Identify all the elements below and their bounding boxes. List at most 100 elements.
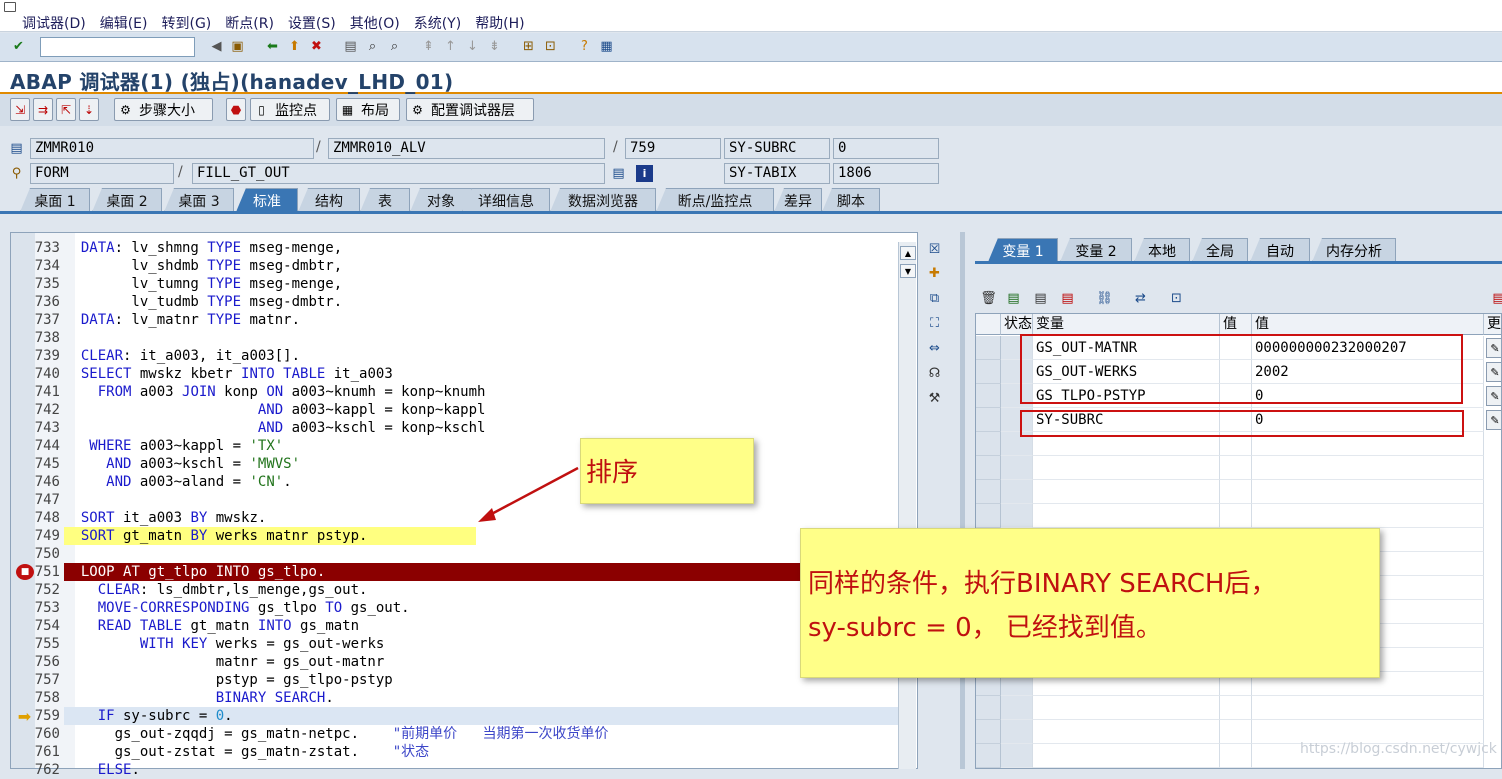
save-icon[interactable]: ▣: [229, 38, 246, 55]
tab-3[interactable]: 桌面 3: [164, 188, 234, 212]
value-cell[interactable]: [1252, 480, 1484, 504]
code-line[interactable]: 741 FROM a003 JOIN konp ON a003~knumh = …: [24, 383, 486, 401]
transfer-icon[interactable]: ⇄: [1132, 290, 1149, 307]
watchpoint-button[interactable]: ▯ 监控点: [250, 98, 330, 121]
tab-10[interactable]: 断点/监控点: [656, 188, 774, 212]
value-cell[interactable]: [1252, 504, 1484, 528]
code-line[interactable]: 745 AND a003~kschl = 'MWVS': [24, 455, 300, 473]
code-line[interactable]: 760 gs_out-zqqdj = gs_matn-netpc. "前期单价 …: [24, 725, 609, 743]
insert-row-icon[interactable]: ▤: [1005, 290, 1022, 307]
swap-tool-icon[interactable]: ⇔: [926, 340, 943, 357]
code-line[interactable]: 746 AND a003~aland = 'CN'.: [24, 473, 292, 491]
menu-item[interactable]: 编辑(E): [100, 13, 148, 33]
layout-menu-icon[interactable]: ▦: [598, 38, 615, 55]
next-page-icon[interactable]: ↓: [464, 38, 481, 55]
layout-button[interactable]: ▦ 布局: [336, 98, 400, 121]
code-line[interactable]: 735 lv_tumng TYPE mseg-menge,: [24, 275, 342, 293]
value-cell[interactable]: [1252, 696, 1484, 720]
code-line[interactable]: 747: [24, 491, 64, 509]
code-line[interactable]: 743 AND a003~kschl = konp~kschl: [24, 419, 486, 437]
code-line[interactable]: 757 pstyp = gs_tlpo-pstyp: [24, 671, 393, 689]
menu-item[interactable]: 系统(Y): [414, 13, 461, 33]
code-line[interactable]: 742 AND a003~kappl = konp~kappl: [24, 401, 486, 419]
variable-tab-5[interactable]: 自动: [1250, 238, 1310, 262]
value-cell[interactable]: [1252, 456, 1484, 480]
row-selector[interactable]: [976, 696, 1001, 720]
tab-2[interactable]: 桌面 2: [92, 188, 162, 212]
continue-icon[interactable]: ⇣: [79, 98, 99, 121]
row-selector[interactable]: [976, 504, 1001, 528]
last-page-icon[interactable]: ⇟: [486, 38, 503, 55]
close-tool-icon[interactable]: ☒: [926, 241, 943, 258]
menu-item[interactable]: 帮助(H): [475, 13, 524, 33]
step-size-button[interactable]: ⚙ 步骤大小: [114, 98, 213, 121]
menu-item[interactable]: 设置(S): [288, 13, 336, 33]
code-line[interactable]: 737 DATA: lv_matnr TYPE matnr.: [24, 311, 300, 329]
maximize-tool-icon[interactable]: ⛶: [926, 315, 943, 332]
exit-icon[interactable]: ⬆: [286, 38, 303, 55]
source-code-icon[interactable]: ▤: [610, 165, 627, 182]
code-line[interactable]: 751 LOOP AT gt_tlpo INTO gs_tlpo.: [24, 563, 326, 581]
stop-icon[interactable]: ⬣: [226, 98, 246, 121]
menu-item[interactable]: 其他(O): [350, 13, 400, 33]
code-line[interactable]: 759 IF sy-subrc = 0.: [24, 707, 233, 725]
tab-1[interactable]: 桌面 1: [20, 188, 90, 212]
code-line[interactable]: 755 WITH KEY werks = gs_out-werks: [24, 635, 385, 653]
scroll-up-icon[interactable]: ▲: [900, 246, 916, 260]
code-line[interactable]: 748 SORT it_a003 BY mwskz.: [24, 509, 267, 527]
edit-pencil-icon[interactable]: ✎: [1486, 410, 1501, 430]
code-line[interactable]: 740 SELECT mwskz kbetr INTO TABLE it_a00…: [24, 365, 393, 383]
edit-pencil-icon[interactable]: ✎: [1486, 386, 1501, 406]
code-line[interactable]: 749 SORT gt_matn BY werks matnr pstyp.: [24, 527, 368, 545]
row-selector[interactable]: [976, 744, 1001, 768]
tab-7[interactable]: 对象: [410, 188, 472, 212]
select-icon[interactable]: ⊡: [1168, 290, 1185, 307]
find-icon[interactable]: ⌕: [364, 38, 381, 55]
command-field[interactable]: [40, 37, 195, 57]
tab-6[interactable]: 表: [360, 188, 410, 212]
new-tool-icon[interactable]: ✚: [926, 265, 943, 282]
code-scrollbar[interactable]: [898, 242, 916, 769]
code-line[interactable]: 734 lv_shdmb TYPE mseg-dmbtr,: [24, 257, 342, 275]
variable-cell[interactable]: [1033, 696, 1220, 720]
variable-tab-1[interactable]: 变量 1: [988, 238, 1058, 262]
edit-pencil-icon[interactable]: ✎: [1486, 338, 1501, 358]
hierarchy-icon[interactable]: ⛓: [1096, 290, 1113, 307]
code-line[interactable]: 738: [24, 329, 64, 347]
code-line[interactable]: 739 CLEAR: it_a003, it_a003[].: [24, 347, 300, 365]
code-line[interactable]: 750: [24, 545, 64, 563]
variable-cell[interactable]: [1033, 504, 1220, 528]
more-options-icon[interactable]: ▤: [1490, 290, 1502, 307]
menu-item[interactable]: 调试器(D): [22, 13, 86, 33]
scroll-down-icon[interactable]: ▼: [900, 264, 916, 278]
config-layer-button[interactable]: ⚙ 配置调试器层: [406, 98, 534, 121]
prev-page-icon[interactable]: ↑: [442, 38, 459, 55]
tab-4[interactable]: 标准: [236, 188, 298, 212]
cancel-icon[interactable]: ✖: [308, 38, 325, 55]
tab-8[interactable]: 详细信息: [462, 188, 550, 212]
code-line[interactable]: 758 BINARY SEARCH.: [24, 689, 334, 707]
new-session-icon[interactable]: ⊞: [520, 38, 537, 55]
settings-tool-icon[interactable]: ⚒: [926, 390, 943, 407]
code-line[interactable]: 762 ELSE.: [24, 761, 140, 779]
help-icon[interactable]: ?: [576, 38, 593, 55]
code-line[interactable]: 736 lv_tudmb TYPE mseg-dmbtr.: [24, 293, 342, 311]
info-icon[interactable]: i: [636, 165, 653, 182]
row-selector[interactable]: [976, 480, 1001, 504]
row-selector[interactable]: [976, 408, 1001, 432]
find-next-icon[interactable]: ⌕: [386, 38, 403, 55]
row-selector[interactable]: [976, 384, 1001, 408]
row-selector[interactable]: [976, 720, 1001, 744]
execute-icon[interactable]: ⇉: [33, 98, 53, 121]
print-icon[interactable]: ▤: [342, 38, 359, 55]
collapse-icon[interactable]: ◀: [208, 38, 225, 55]
variable-cell[interactable]: [1033, 744, 1220, 768]
tab-9[interactable]: 数据浏览器: [550, 188, 656, 212]
variable-cell[interactable]: [1033, 456, 1220, 480]
variable-header[interactable]: 变量: [1033, 314, 1220, 335]
back-icon[interactable]: ⬅: [264, 38, 281, 55]
tab-11[interactable]: 差异: [774, 188, 822, 212]
delete-icon[interactable]: 🗑: [980, 290, 997, 307]
row-selector[interactable]: [976, 456, 1001, 480]
save-variables-icon[interactable]: ▤: [1032, 290, 1049, 307]
